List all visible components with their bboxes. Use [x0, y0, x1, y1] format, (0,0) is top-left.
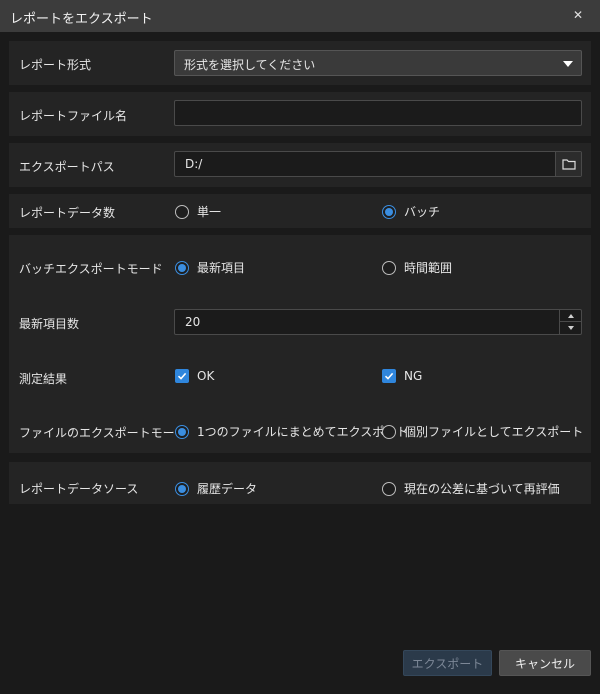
file-mode-label: ファイルのエクスポートモード — [19, 426, 187, 440]
radio-latest-items[interactable]: 最新項目 — [175, 259, 245, 276]
checkbox-ok-label: OK — [197, 369, 215, 383]
batch-mode-label: バッチエクスポートモード — [19, 262, 163, 276]
radio-history-data-label: 履歴データ — [197, 482, 258, 496]
data-count-label: レポートデータ数 — [19, 206, 116, 220]
path-value: D:/ — [185, 157, 203, 171]
radio-reevaluate-indicator — [382, 481, 396, 496]
radio-time-range[interactable]: 時間範囲 — [382, 259, 452, 276]
arrow-down-icon — [568, 326, 574, 330]
checkmark-icon — [384, 372, 394, 380]
radio-batch-indicator — [382, 204, 396, 219]
checkbox-ng[interactable]: NG — [382, 369, 422, 383]
radio-single-indicator — [175, 204, 189, 219]
browse-folder-button[interactable] — [555, 152, 581, 176]
results-label: 測定結果 — [19, 372, 68, 386]
checkbox-ok[interactable]: OK — [175, 369, 214, 383]
batch-settings-panel: バッチエクスポートモード 最新項目数 測定結果 ファイルのエクスポートモード — [9, 235, 591, 453]
title-bar: レポートをエクスポート ✕ — [0, 0, 600, 32]
radio-reevaluate-label: 現在の公差に基づいて再評価 — [404, 482, 560, 496]
radio-batch[interactable]: バッチ — [382, 203, 440, 220]
latest-count-spinbox[interactable]: 20 — [174, 309, 582, 335]
radio-latest-items-indicator — [175, 260, 189, 275]
spinbox-buttons — [559, 310, 582, 334]
spin-down-button[interactable] — [560, 322, 582, 334]
radio-single-file[interactable]: 1つのファイルにまとめてエクスポート — [175, 423, 408, 440]
cancel-button[interactable]: キャンセル — [499, 650, 591, 676]
radio-single[interactable]: 単一 — [175, 203, 221, 220]
path-input[interactable]: D:/ — [174, 151, 582, 177]
source-label: レポートデータソース — [19, 482, 139, 496]
path-label: エクスポートパス — [19, 160, 115, 174]
latest-count-value: 20 — [185, 315, 201, 329]
checkbox-ng-label: NG — [404, 369, 423, 383]
dialog-title: レポートをエクスポート — [10, 12, 153, 27]
checkbox-ng-box — [382, 369, 396, 383]
checkbox-ok-box — [175, 369, 189, 383]
data-count-row: レポートデータ数 — [9, 194, 591, 228]
radio-single-label: 単一 — [197, 205, 222, 219]
folder-icon — [561, 159, 576, 170]
radio-history-data[interactable]: 履歴データ — [175, 480, 257, 497]
radio-time-range-indicator — [382, 260, 396, 275]
filename-label: レポートファイル名 — [19, 109, 128, 123]
radio-batch-label: バッチ — [404, 205, 441, 219]
radio-reevaluate[interactable]: 現在の公差に基づいて再評価 — [382, 480, 560, 497]
format-label: レポート形式 — [19, 58, 92, 72]
filename-input[interactable] — [174, 100, 582, 126]
radio-single-file-indicator — [175, 424, 189, 439]
chevron-down-icon — [563, 61, 573, 67]
format-select[interactable]: 形式を選択してください — [174, 50, 582, 76]
radio-latest-items-label: 最新項目 — [197, 261, 246, 275]
export-button[interactable]: エクスポート — [403, 650, 492, 676]
radio-time-range-label: 時間範囲 — [404, 261, 453, 275]
format-select-value: 形式を選択してください — [184, 58, 316, 72]
spin-up-button[interactable] — [560, 310, 582, 322]
radio-separate-files[interactable]: 個別ファイルとしてエクスポート — [382, 423, 583, 440]
close-icon[interactable]: ✕ — [570, 7, 586, 23]
latest-count-label: 最新項目数 — [19, 317, 80, 331]
checkmark-icon — [177, 372, 187, 380]
radio-single-file-label: 1つのファイルにまとめてエクスポート — [197, 425, 409, 439]
radio-separate-files-label: 個別ファイルとしてエクスポート — [404, 425, 584, 439]
radio-history-data-indicator — [175, 481, 189, 496]
arrow-up-icon — [568, 313, 574, 318]
radio-separate-files-indicator — [382, 424, 396, 439]
